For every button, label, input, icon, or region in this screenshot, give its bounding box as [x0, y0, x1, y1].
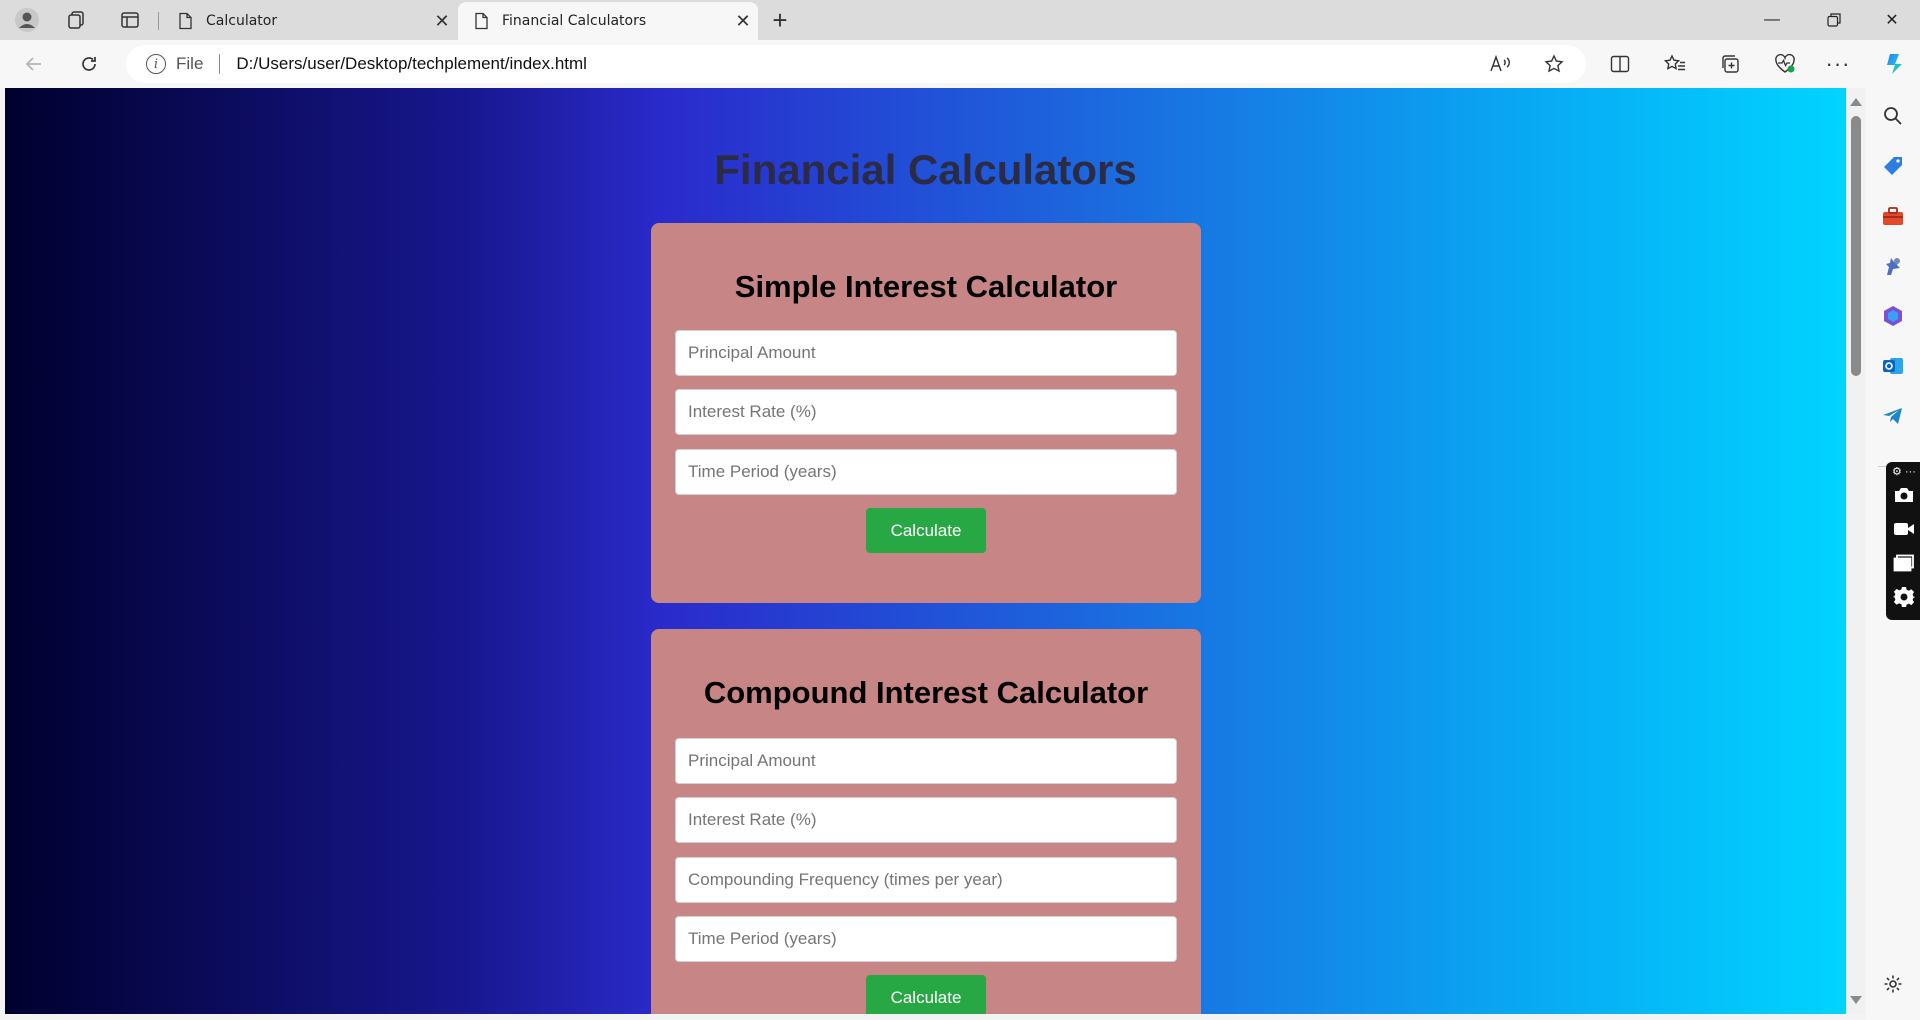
favorite-star-icon[interactable]: [1536, 45, 1572, 83]
refresh-icon[interactable]: [71, 48, 107, 80]
compound-principal-input[interactable]: [675, 738, 1177, 784]
compound-calculate-button[interactable]: Calculate: [866, 975, 986, 1014]
new-tab-icon[interactable]: +: [764, 4, 796, 36]
capture-menu-icon[interactable]: ⚙ ···: [1890, 464, 1918, 478]
shopping-tag-icon[interactable]: [1879, 152, 1907, 180]
compound-interest-title: Compound Interest Calculator: [703, 675, 1149, 710]
tab-title: Calculator: [206, 13, 278, 29]
capture-tools-panel: ⚙ ···: [1886, 462, 1920, 620]
outlook-icon[interactable]: [1879, 352, 1907, 380]
games-icon[interactable]: [1879, 252, 1907, 280]
scroll-thumb[interactable]: [1851, 116, 1861, 376]
window-icon[interactable]: [1890, 550, 1918, 576]
document-icon: [179, 12, 192, 30]
minimize-icon[interactable]: —: [1744, 0, 1800, 40]
address-bar: i File D:/Users/user/Desktop/techplement…: [0, 40, 1920, 88]
url-bar[interactable]: i File D:/Users/user/Desktop/techplement…: [126, 45, 1586, 83]
compound-interest-card: Compound Interest Calculator Calculate: [651, 629, 1201, 1014]
url-text[interactable]: D:/Users/user/Desktop/techplement/index.…: [236, 54, 587, 74]
tab-financial-calculators[interactable]: Financial Calculators ✕: [458, 2, 758, 40]
vertical-tabs-icon[interactable]: [114, 4, 146, 36]
camera-icon[interactable]: [1890, 482, 1918, 508]
page-viewport: Financial Calculators Simple Interest Ca…: [5, 88, 1846, 1014]
video-icon[interactable]: [1890, 516, 1918, 542]
simple-interest-card: Simple Interest Calculator Calculate: [651, 223, 1201, 603]
telegram-icon[interactable]: [1879, 402, 1907, 430]
office-icon[interactable]: [1879, 302, 1907, 330]
close-icon[interactable]: ✕: [728, 11, 758, 32]
split-screen-icon[interactable]: [1600, 48, 1640, 80]
page-title: Financial Calculators: [714, 146, 1137, 193]
favorites-icon[interactable]: [1655, 48, 1695, 80]
back-icon[interactable]: [16, 48, 52, 80]
scroll-down-arrow[interactable]: [1850, 996, 1862, 1004]
copilot-icon[interactable]: [1874, 48, 1914, 80]
simple-calculate-button[interactable]: Calculate: [866, 508, 986, 553]
profile-icon[interactable]: [11, 4, 43, 36]
restore-icon[interactable]: [1806, 0, 1862, 40]
compound-rate-input[interactable]: [675, 797, 1177, 843]
simple-rate-input[interactable]: [675, 389, 1177, 435]
browser-essentials-icon[interactable]: [1765, 48, 1805, 80]
more-menu-icon[interactable]: ···: [1818, 48, 1858, 80]
document-icon: [475, 12, 488, 30]
page-scrollbar[interactable]: [1846, 88, 1866, 1014]
simple-principal-input[interactable]: [675, 330, 1177, 376]
read-aloud-icon[interactable]: [1482, 45, 1518, 83]
url-separator: [219, 54, 221, 74]
scheme-label: File: [176, 54, 204, 73]
close-icon[interactable]: ✕: [427, 11, 457, 32]
scroll-up-arrow[interactable]: [1850, 98, 1862, 106]
simple-interest-title: Simple Interest Calculator: [734, 269, 1118, 304]
tab-title: Financial Calculators: [502, 13, 647, 29]
settings-icon[interactable]: [1879, 970, 1907, 998]
workspaces-icon[interactable]: [60, 4, 92, 36]
toolbox-icon[interactable]: [1879, 202, 1907, 230]
simple-time-input[interactable]: [675, 449, 1177, 495]
gear-icon[interactable]: [1890, 584, 1918, 610]
collections-icon[interactable]: [1710, 48, 1750, 80]
compound-frequency-input[interactable]: [675, 857, 1177, 903]
close-window-icon[interactable]: ✕: [1864, 0, 1920, 40]
search-icon[interactable]: [1879, 102, 1907, 130]
tab-calculator[interactable]: Calculator ✕: [162, 2, 457, 40]
tab-separator: [158, 12, 159, 30]
compound-time-input[interactable]: [675, 916, 1177, 962]
info-icon[interactable]: i: [146, 54, 166, 74]
title-bar: Calculator ✕ Financial Calculators ✕ + —…: [0, 0, 1920, 40]
